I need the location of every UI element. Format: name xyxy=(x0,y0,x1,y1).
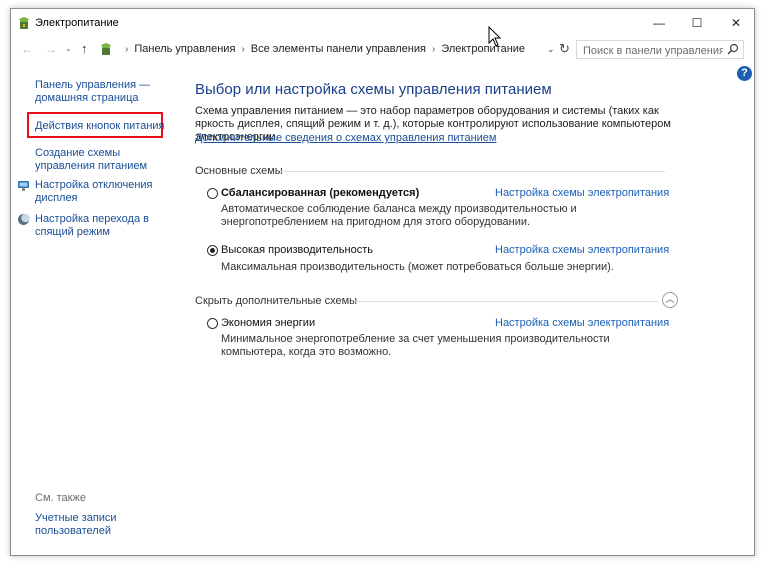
hidden-plans-label[interactable]: Скрыть дополнительные схемы xyxy=(195,295,357,307)
search-icon[interactable] xyxy=(727,43,739,55)
breadcrumb-separator-icon[interactable]: › xyxy=(241,44,244,55)
back-arrow-icon[interactable]: ← xyxy=(21,42,33,56)
plan-radio-high-performance[interactable] xyxy=(207,245,218,256)
title-bar[interactable]: Электропитание — ☐ ✕ xyxy=(11,9,754,37)
sleep-moon-icon xyxy=(18,213,30,225)
breadcrumb-separator-icon[interactable]: › xyxy=(432,44,435,55)
plan-name-balanced[interactable]: Сбалансированная (рекомендуется) xyxy=(221,187,419,199)
plan-name-power-saver[interactable]: Экономия энергии xyxy=(221,317,315,329)
minimize-button[interactable]: — xyxy=(641,9,677,37)
radio-selected-dot xyxy=(210,248,215,253)
sidebar-link-display-off[interactable]: Настройка отключения дисплея xyxy=(35,179,155,205)
close-button[interactable]: ✕ xyxy=(718,9,754,37)
plan-radio-power-saver[interactable] xyxy=(207,318,218,329)
main-plans-label: Основные схемы xyxy=(195,165,283,177)
plan-name-high-performance[interactable]: Высокая производительность xyxy=(221,244,373,256)
forward-arrow-icon[interactable]: → xyxy=(45,42,57,56)
maximize-button[interactable]: ☐ xyxy=(679,9,715,37)
breadcrumb: › Панель управления › Все элементы панели у… xyxy=(119,43,525,55)
navigation-bar: ← → ⌄ ↑ › Панель управления › Все элементы … xyxy=(11,37,754,61)
plan-description-high-performance: Максимальная производительность (может п… xyxy=(221,261,614,273)
up-arrow-icon[interactable]: ↑ xyxy=(81,41,88,56)
refresh-icon[interactable]: ↻ xyxy=(559,41,570,57)
display-icon xyxy=(18,181,29,191)
collapse-chevron-up-icon[interactable]: ︿ xyxy=(662,292,678,308)
more-info-link[interactable]: Дополнительные сведения о схемах управле… xyxy=(195,132,497,144)
plan-description-balanced: Автоматическое соблюдение баланса между … xyxy=(221,203,577,228)
breadcrumb-all-items[interactable]: Все элементы панели управления xyxy=(251,43,426,55)
control-panel-icon xyxy=(101,43,111,55)
sidebar-link-sleep[interactable]: Настройка перехода в спящий режим xyxy=(35,213,155,239)
divider xyxy=(355,301,658,302)
search-input[interactable] xyxy=(577,41,725,60)
window-title: Электропитание xyxy=(35,17,119,29)
sidebar-link-user-accounts[interactable]: Учетные записи пользователей xyxy=(35,512,135,538)
power-options-icon xyxy=(19,17,29,29)
breadcrumb-separator-icon: › xyxy=(125,44,129,55)
address-dropdown-icon[interactable]: ⌄ xyxy=(547,44,555,55)
see-also-label: См. также xyxy=(35,492,86,504)
breadcrumb-control-panel[interactable]: Панель управления xyxy=(134,43,235,55)
plan-settings-link-balanced[interactable]: Настройка схемы электропитания xyxy=(495,187,669,199)
divider xyxy=(281,171,665,172)
plan-settings-link-high-performance[interactable]: Настройка схемы электропитания xyxy=(495,244,669,256)
sidebar-link-power-buttons[interactable]: Действия кнопок питания xyxy=(35,120,165,133)
power-options-window: Электропитание — ☐ ✕ ← → ⌄ ↑ › Панель упр… xyxy=(10,8,755,556)
plan-settings-link-power-saver[interactable]: Настройка схемы электропитания xyxy=(495,317,669,329)
help-icon[interactable]: ? xyxy=(737,66,752,81)
plan-radio-balanced[interactable] xyxy=(207,188,218,199)
breadcrumb-power-options[interactable]: Электропитание xyxy=(441,43,525,55)
sidebar-link-create-plan[interactable]: Создание схемы управления питанием xyxy=(35,147,175,173)
plan-description-power-saver: Минимальное энергопотребление за счет ум… xyxy=(221,333,610,358)
mouse-cursor-icon xyxy=(488,26,502,47)
search-box[interactable] xyxy=(576,40,744,60)
recent-locations-chevron-icon[interactable]: ⌄ xyxy=(65,44,72,53)
page-title: Выбор или настройка схемы управления пит… xyxy=(195,81,552,98)
sidebar-link-home[interactable]: Панель управления — домашняя страница xyxy=(35,79,165,105)
